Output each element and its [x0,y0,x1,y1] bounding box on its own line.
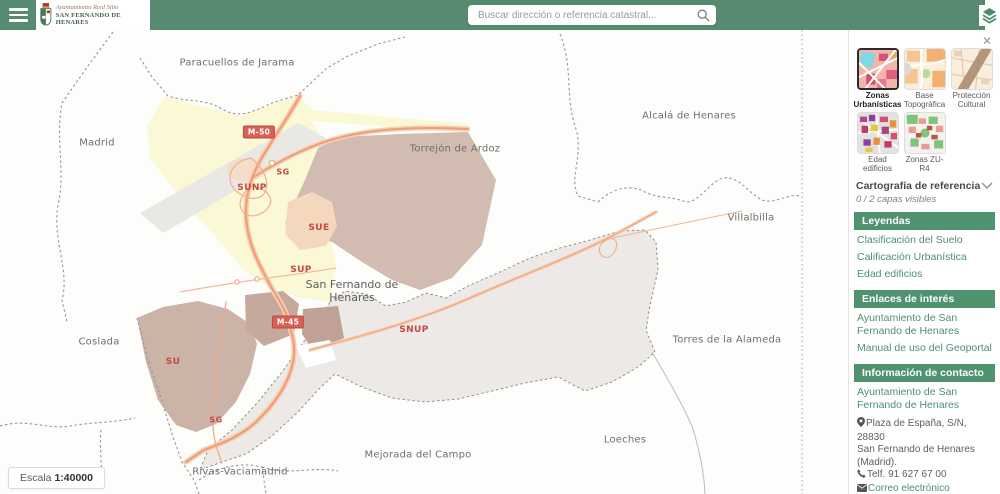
zone-label: SG [276,168,289,177]
interest-links-section-header: Enlaces de interés [854,290,995,308]
road-badge: M-50 [243,126,275,139]
basemap-thumb-base-topografica[interactable]: Base Topográfica [901,48,948,109]
map-center-city-label: San Fernando de Henares [287,278,417,304]
contact-section-header: Información de contacto [854,364,995,382]
logo-subtitle: Ayuntamiento Real Sitio [56,4,147,11]
reference-title: Cartografía de referencia [856,180,981,193]
map-vector-layer [0,30,848,494]
coat-of-arms-icon [39,2,53,28]
phone-text: Telf. 91 627 67 00 [867,469,947,480]
basemap-thumb-zonas-zu-r4[interactable]: Zonas ZU-R4 [901,112,948,173]
map-place-label: Villalbilla [728,213,775,224]
basemap-label: Zonas ZU-R4 [901,156,948,173]
map-place-label: Coslada [78,337,119,348]
zonas-zu-r4-preview [905,113,945,153]
address-line1-text: Plaza de España, S/N, 28830 [857,418,967,443]
contact-email-line: Correo electrónico [857,483,992,494]
logo-title: SAN FERNANDO DE HENARES [56,12,147,26]
geoportal-app: Ayuntamiento Real Sitio SAN FERNANDO DE … [0,0,1000,494]
river-line [652,352,705,494]
layers-toggle-button[interactable] [979,5,1000,26]
legends-section-header: Leyendas [854,212,995,230]
base-topografica-preview [905,49,945,89]
legend-link-clasificacion-suelo[interactable]: Clasificación del Suelo [854,232,995,249]
map-canvas[interactable]: Paracuellos de Jarama Madrid Torrejón de… [0,30,848,494]
contact-phone-line: Telf. 91 627 67 00 [857,469,992,483]
chevron-down-icon[interactable] [981,182,993,190]
basemap-label: Zonas Urbanísticas [853,92,901,109]
basemap-label: Base Topográfica [901,92,948,109]
map-place-label: Madrid [79,138,115,149]
contact-address-line1: Plaza de España, S/N, 28830 [857,417,992,444]
map-place-label: Torres de la Alameda [673,335,782,346]
zone-label: SUE [308,223,329,233]
legend-link-edad-edificios[interactable]: Edad edificios [854,266,995,283]
edad-edificios-preview [858,113,898,153]
layers-panel: ✕ Zonas Urbanísticas [848,30,1000,494]
close-panel-icon[interactable]: ✕ [982,35,992,47]
basemap-thumb-zonas-urbanisticas[interactable]: Zonas Urbanísticas [854,48,901,109]
map-place-label: Paracuellos de Jarama [179,58,294,69]
location-pin-icon [857,417,865,432]
link-manual-geoportal[interactable]: Manual de uso del Geoportal [854,340,995,357]
menu-hamburger-button[interactable] [0,0,36,30]
zone-label: SNUP [399,325,429,335]
scale-value: 1:40000 [54,472,93,484]
road-badge: M-45 [272,316,304,329]
zone-label: SUNP [237,183,267,193]
map-place-label: Mejorada del Campo [365,450,472,461]
legend-link-calificacion-urbanistica[interactable]: Calificación Urbanística [854,249,995,266]
search-input[interactable] [476,9,697,22]
proteccion-cultural-preview [952,49,992,89]
reference-visible-layers: 0 / 2 capas visibles [856,194,981,205]
zone-label: SG [209,416,222,425]
basemap-thumb-proteccion-cultural[interactable]: Protección Cultural [948,48,995,109]
zonas-urbanisticas-preview [859,50,899,90]
search-icon[interactable] [697,9,710,22]
map-place-label: Alcalá de Henares [642,111,736,122]
contact-link-ayuntamiento[interactable]: Ayuntamiento de San Fernando de Henares [854,384,995,414]
contact-info-block: Plaza de España, S/N, 28830 San Fernando… [854,414,995,494]
zone-label: SUP [290,265,312,275]
zone-label: SU [166,357,181,367]
envelope-icon [857,484,867,494]
email-link[interactable]: Correo electrónico [868,483,950,494]
map-place-label: Torrejón de Ardoz [410,144,501,155]
map-place-label: Loeches [604,435,646,446]
center-city-line1: San Fernando de [287,278,417,291]
contact-address-line2: San Fernando de Henares (Madrid). [857,444,992,469]
basemap-selector: Zonas Urbanísticas Base Topográfica [854,48,995,173]
scale-label: Escala [20,472,52,484]
phone-icon [857,469,866,483]
layers-icon [981,7,998,24]
search-bar [468,5,716,25]
municipality-logo[interactable]: Ayuntamiento Real Sitio SAN FERNANDO DE … [36,0,150,30]
reference-cartography-section[interactable]: Cartografía de referencia 0 / 2 capas vi… [854,180,995,205]
link-ayuntamiento[interactable]: Ayuntamiento de San Fernando de Henares [854,310,995,340]
basemap-label: Edad edificios [854,156,901,173]
basemap-label: Protección Cultural [948,92,995,109]
scale-indicator: Escala 1:40000 [8,467,105,489]
map-place-label: Rivas-Vaciamadrid [192,467,287,478]
center-city-line2: Henares [287,291,417,304]
basemap-thumb-edad-edificios[interactable]: Edad edificios [854,112,901,173]
